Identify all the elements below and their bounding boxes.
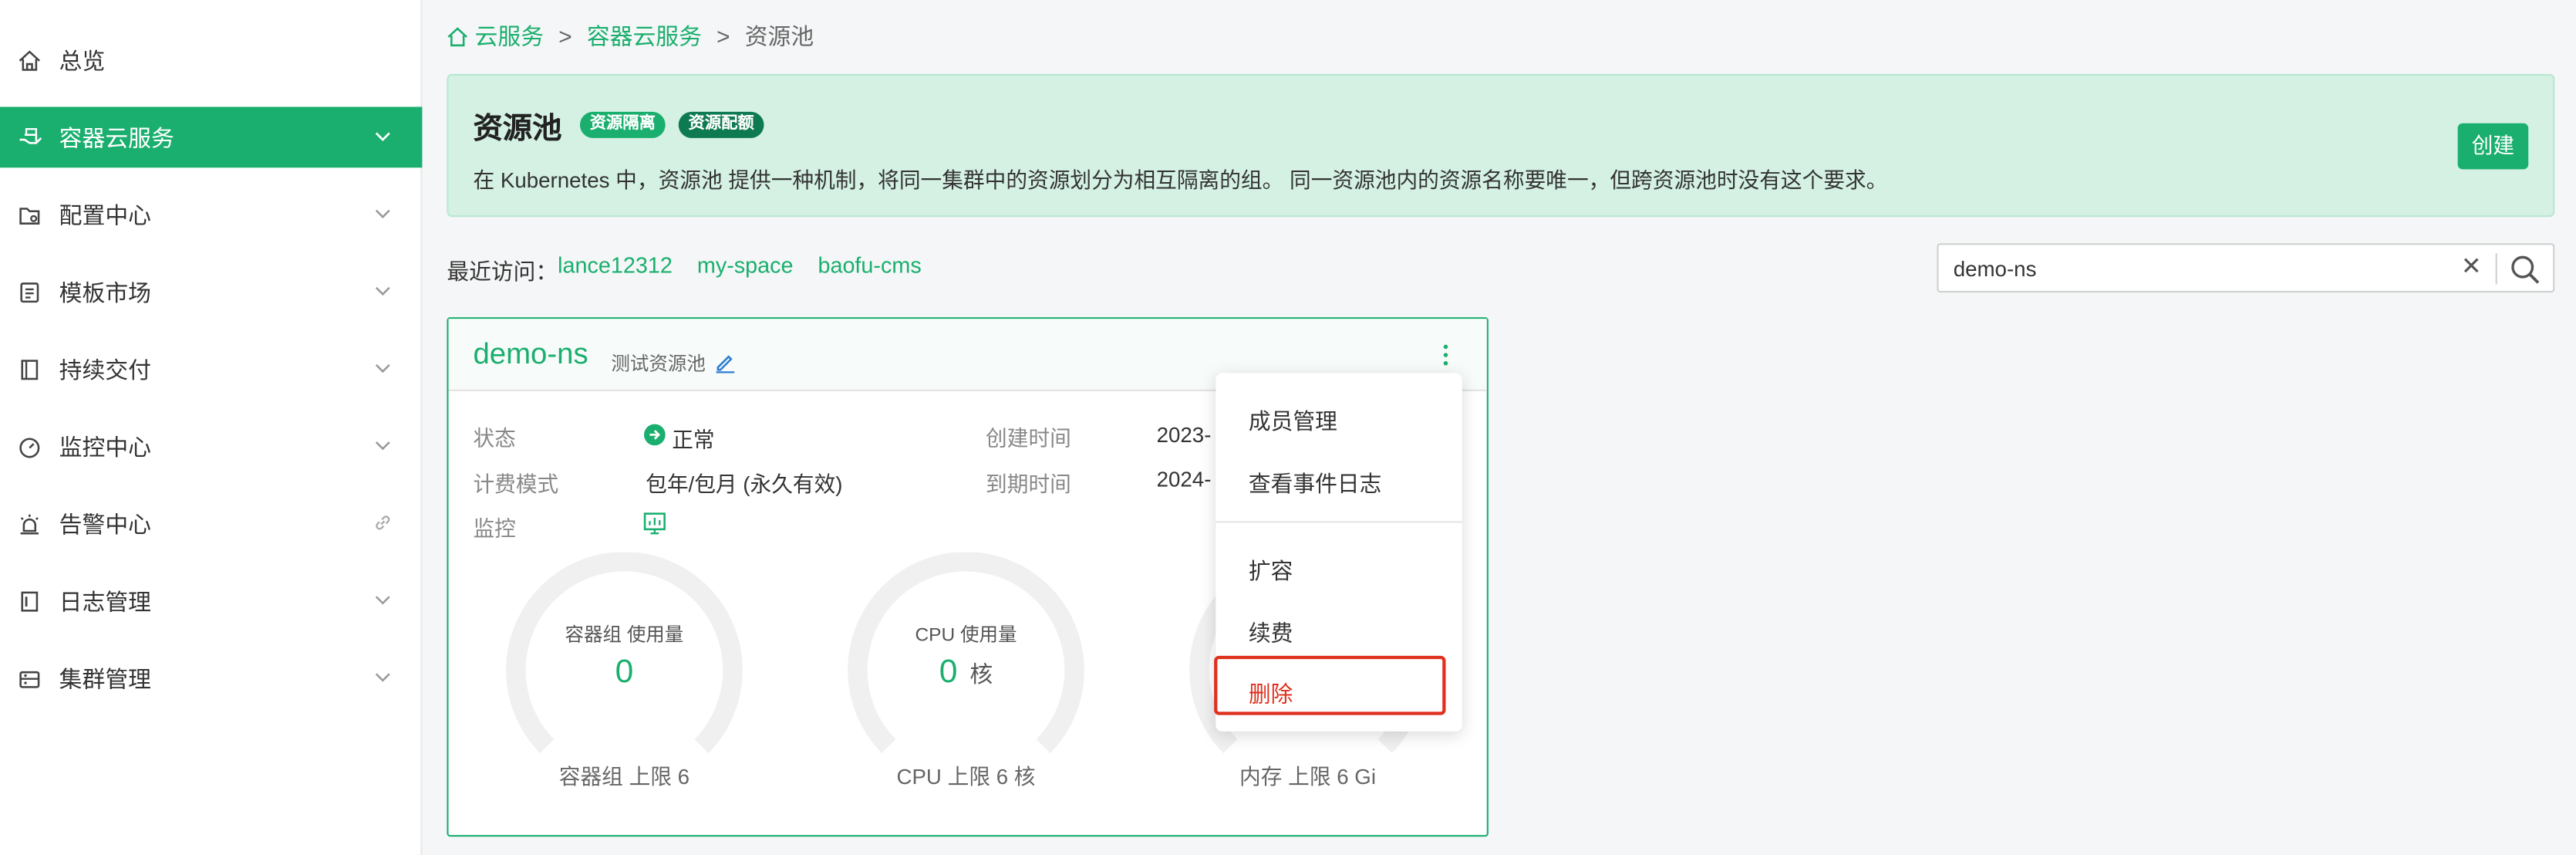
sidebar-item-label: 总览: [59, 46, 106, 73]
gauge-unit: 核: [969, 661, 993, 688]
menu-item-renew[interactable]: 续费: [1249, 615, 1293, 648]
breadcrumb-container-cloud[interactable]: 容器云服务: [587, 20, 702, 53]
breadcrumb-separator: >: [716, 22, 730, 49]
sidebar-item-container-cloud[interactable]: 容器云服务: [0, 106, 423, 168]
sidebar-item-label: 告警中心: [59, 510, 151, 537]
template-icon: [16, 279, 42, 305]
sidebar-item-log-management[interactable]: 日志管理: [0, 570, 422, 631]
gauge-limit: CPU 上限 6 核: [896, 764, 1036, 789]
chevron-down-icon: [375, 132, 390, 142]
created-label: 创建时间: [986, 425, 1071, 451]
menu-item-event-log[interactable]: 查看事件日志: [1249, 465, 1382, 498]
monitor-label: 监控: [473, 515, 516, 541]
gauge-value: 0: [615, 654, 634, 691]
menu-divider: [1216, 521, 1462, 523]
chevron-down-icon: [375, 596, 390, 605]
edit-icon[interactable]: [715, 352, 737, 373]
billing-value: 包年/包月 (永久有效): [646, 471, 843, 497]
home-icon: [447, 26, 467, 46]
search-input[interactable]: [1953, 253, 2446, 283]
gauge-limit: 容器组 上限 6: [558, 764, 690, 789]
status-label: 状态: [473, 425, 516, 451]
sidebar-item-label: 集群管理: [59, 664, 151, 691]
more-actions-menu: 成员管理 查看事件日志 扩容 续费 删除: [1214, 373, 1462, 732]
gauge-value-wrap: 0 核: [843, 654, 1090, 692]
banner-description: 在 Kubernetes 中，资源池 提供一种机制，将同一集群中的资源划分为相互…: [473, 167, 1888, 193]
sidebar-item-label: 容器云服务: [59, 123, 174, 150]
create-button[interactable]: 创建: [2457, 123, 2529, 170]
cloud-hand-icon: [16, 124, 42, 150]
expire-label: 到期时间: [986, 471, 1071, 497]
sidebar-item-label: 监控中心: [59, 433, 151, 460]
alarm-icon: [16, 510, 42, 536]
sidebar-item-overview[interactable]: 总览: [0, 29, 422, 90]
sidebar: 总览 容器云服务 配置中心 模板市场 持续交付 监控中心 告警中心 日志管理 集…: [0, 0, 423, 855]
status-value: 正常: [672, 427, 715, 452]
sidebar-item-continuous-delivery[interactable]: 持续交付: [0, 339, 422, 400]
sidebar-item-alarm-center[interactable]: 告警中心: [0, 493, 422, 554]
sidebar-item-label: 日志管理: [59, 587, 151, 614]
breadcrumb-cloud-services[interactable]: 云服务: [475, 20, 544, 53]
sidebar-item-label: 持续交付: [59, 356, 151, 383]
clear-icon[interactable]: ✕: [2461, 254, 2484, 281]
cluster-icon: [16, 665, 42, 691]
log-icon: [16, 588, 42, 614]
gauge-limit: 内存 上限 6 Gi: [1239, 764, 1377, 789]
more-vertical-icon[interactable]: [1435, 342, 1458, 368]
breadcrumb-separator: >: [558, 22, 572, 49]
billing-label: 计费模式: [473, 471, 559, 497]
gauge-value: 0: [939, 654, 958, 691]
document-icon: [16, 356, 42, 382]
chevron-down-icon: [375, 286, 390, 296]
sidebar-item-cluster-management[interactable]: 集群管理: [0, 647, 422, 708]
search-box: ✕: [1937, 243, 2555, 293]
recent-link[interactable]: my-space: [697, 253, 794, 286]
recent-label: 最近访问：: [447, 259, 558, 285]
sidebar-item-label: 配置中心: [59, 201, 151, 228]
sidebar-item-label: 模板市场: [59, 279, 151, 306]
folder-gear-icon: [16, 201, 42, 228]
badge-resource-isolation: 资源隔离: [579, 111, 666, 138]
page-title: 资源池: [473, 111, 562, 145]
badge-resource-quota: 资源配额: [678, 111, 764, 138]
pool-description: 测试资源池: [611, 355, 706, 375]
search-divider: [2495, 253, 2497, 285]
chevron-down-icon: [375, 209, 390, 218]
recent-link[interactable]: baofu-cms: [818, 253, 921, 286]
sidebar-item-config-center[interactable]: 配置中心: [0, 184, 422, 245]
monitor-chart-icon[interactable]: [642, 511, 667, 536]
home-icon: [16, 47, 42, 73]
chevron-down-icon: [375, 363, 390, 373]
main-content: 云服务 > 容器云服务 > 资源池 资源池 资源隔离 资源配额 在 Kubern…: [424, 0, 2576, 855]
sidebar-item-monitor-center[interactable]: 监控中心: [0, 416, 422, 477]
menu-item-member-management[interactable]: 成员管理: [1249, 403, 1337, 436]
menu-item-scale-up[interactable]: 扩容: [1249, 553, 1293, 586]
gauge-title: CPU 使用量: [915, 626, 1017, 647]
breadcrumb: 云服务 > 容器云服务 > 资源池: [447, 20, 814, 53]
info-banner: 资源池 资源隔离 资源配额 在 Kubernetes 中，资源池 提供一种机制，…: [447, 73, 2555, 218]
chevron-down-icon: [375, 673, 390, 682]
recent-visits: 最近访问： lance12312 my-space baofu-cms: [447, 253, 946, 286]
dashboard-icon: [16, 433, 42, 459]
expire-value: 2024-: [1156, 466, 1212, 492]
status-ok-icon: [643, 424, 666, 446]
created-value: 2023-: [1156, 422, 1212, 448]
breadcrumb-current: 资源池: [744, 22, 814, 49]
chevron-down-icon: [375, 441, 390, 451]
gauge-title: 容器组 使用量: [565, 626, 684, 647]
search-icon[interactable]: [2509, 253, 2542, 286]
menu-item-delete[interactable]: 删除: [1249, 675, 1293, 708]
link-icon: [376, 515, 390, 530]
sidebar-item-template-market[interactable]: 模板市场: [0, 262, 422, 323]
pool-name[interactable]: demo-ns: [473, 337, 588, 372]
recent-link[interactable]: lance12312: [558, 253, 673, 286]
